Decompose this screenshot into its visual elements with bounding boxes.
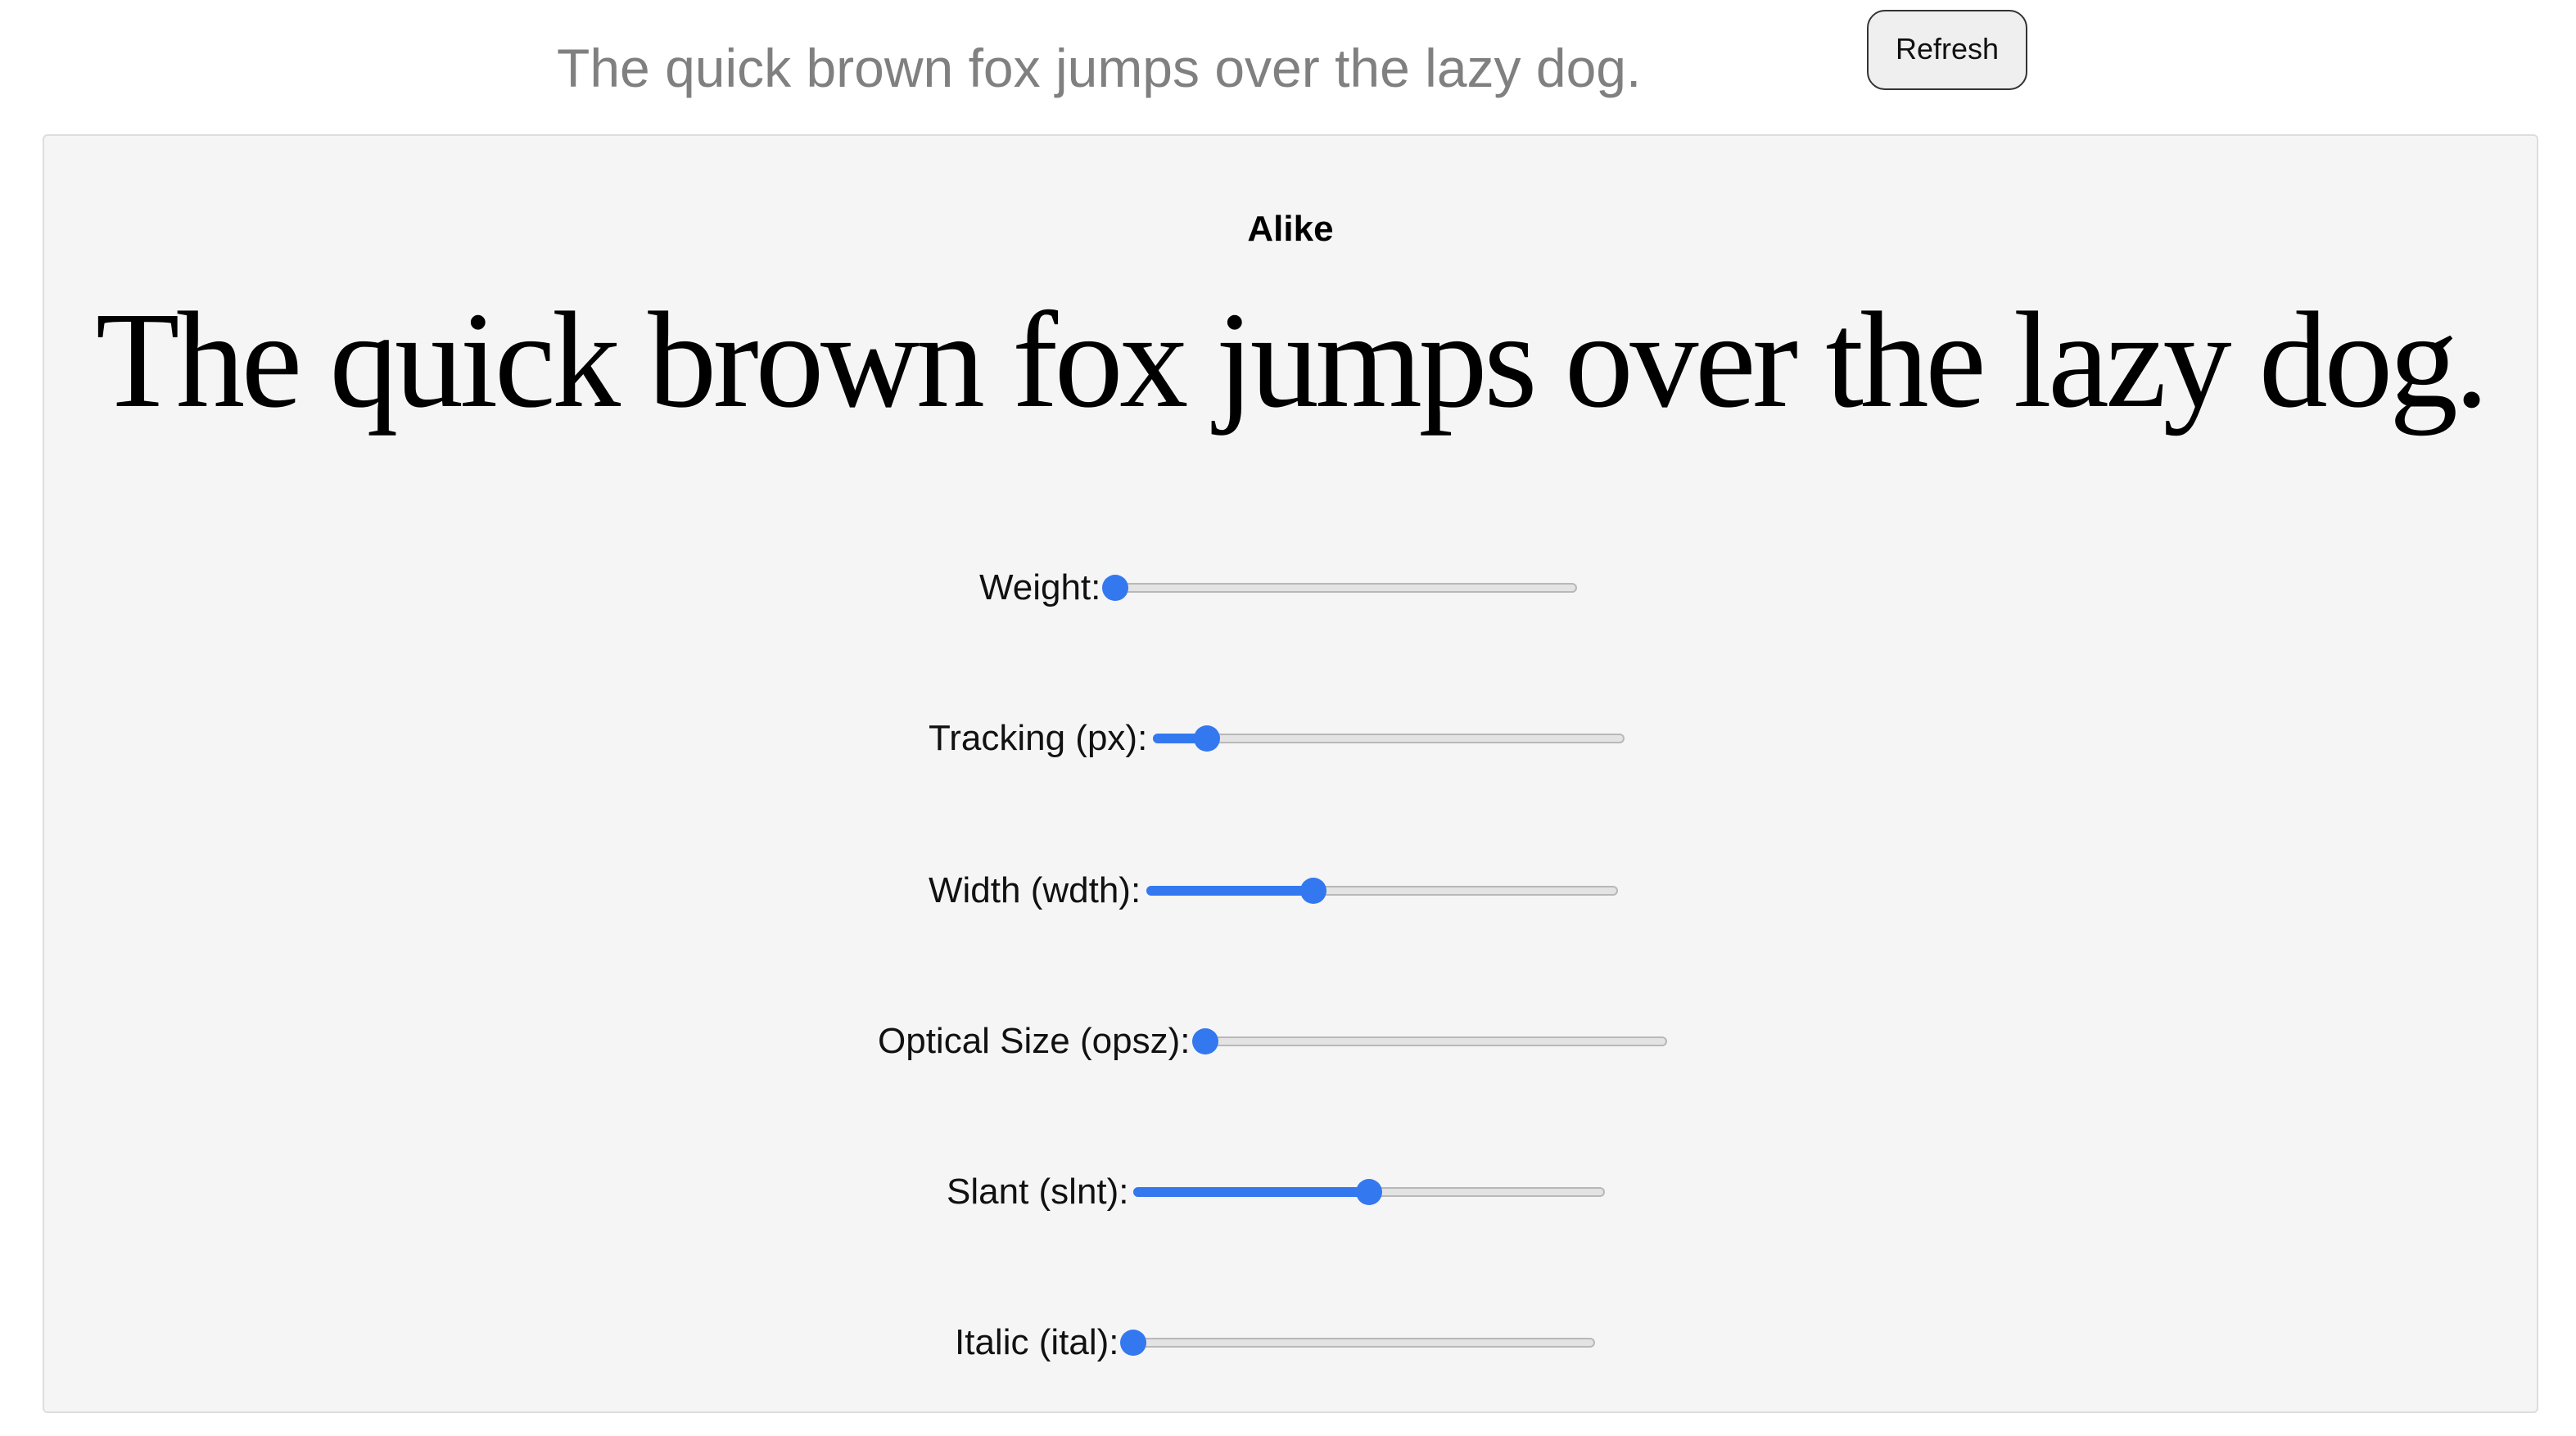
slant-slider[interactable]	[1131, 1176, 1609, 1208]
slider-fill	[1133, 1187, 1370, 1197]
slant-control: Slant (slnt):	[947, 1167, 1609, 1217]
slider-thumb[interactable]	[1194, 725, 1221, 752]
slider-track	[1195, 1036, 1667, 1046]
slider-thumb[interactable]	[1356, 1179, 1383, 1205]
slider-thumb[interactable]	[1102, 575, 1129, 601]
top-bar: Refresh	[0, 0, 2576, 134]
optical-size-slider[interactable]	[1191, 1025, 1670, 1058]
slider-track	[1152, 734, 1625, 743]
italic-label: Italic (ital):	[955, 1321, 1119, 1362]
tracking-control: Tracking (px):	[929, 714, 1627, 763]
weight-label: Weight:	[979, 567, 1101, 607]
weight-slider[interactable]	[1102, 571, 1580, 604]
optical-size-control: Optical Size (opsz):	[878, 1017, 1670, 1066]
slider-thumb[interactable]	[1191, 1028, 1218, 1054]
slider-track	[1123, 1338, 1596, 1348]
optical-size-label: Optical Size (opsz):	[878, 1020, 1191, 1061]
refresh-button[interactable]: Refresh	[1867, 10, 2027, 90]
italic-slider[interactable]	[1120, 1326, 1599, 1359]
tracking-slider[interactable]	[1149, 722, 1627, 755]
tracking-label: Tracking (px):	[929, 717, 1148, 758]
slider-fill	[1146, 886, 1314, 896]
sample-text-input[interactable]	[557, 33, 1801, 105]
weight-control: Weight:	[979, 563, 1580, 612]
font-name-title: Alike	[1247, 208, 1334, 249]
width-control: Width (wdth):	[929, 866, 1620, 915]
italic-control: Italic (ital):	[955, 1318, 1599, 1367]
slant-label: Slant (slnt):	[947, 1171, 1129, 1212]
slider-track	[1105, 583, 1578, 593]
slider-thumb[interactable]	[1300, 878, 1327, 904]
width-slider[interactable]	[1142, 874, 1620, 907]
font-tester-app: Refresh Alike The quick brown fox jumps …	[0, 0, 2576, 1436]
slider-thumb[interactable]	[1120, 1330, 1147, 1356]
font-card: Alike The quick brown fox jumps over the…	[43, 134, 2538, 1413]
font-preview-text: The quick brown fox jumps over the lazy …	[95, 285, 2489, 437]
width-label: Width (wdth):	[929, 869, 1141, 910]
